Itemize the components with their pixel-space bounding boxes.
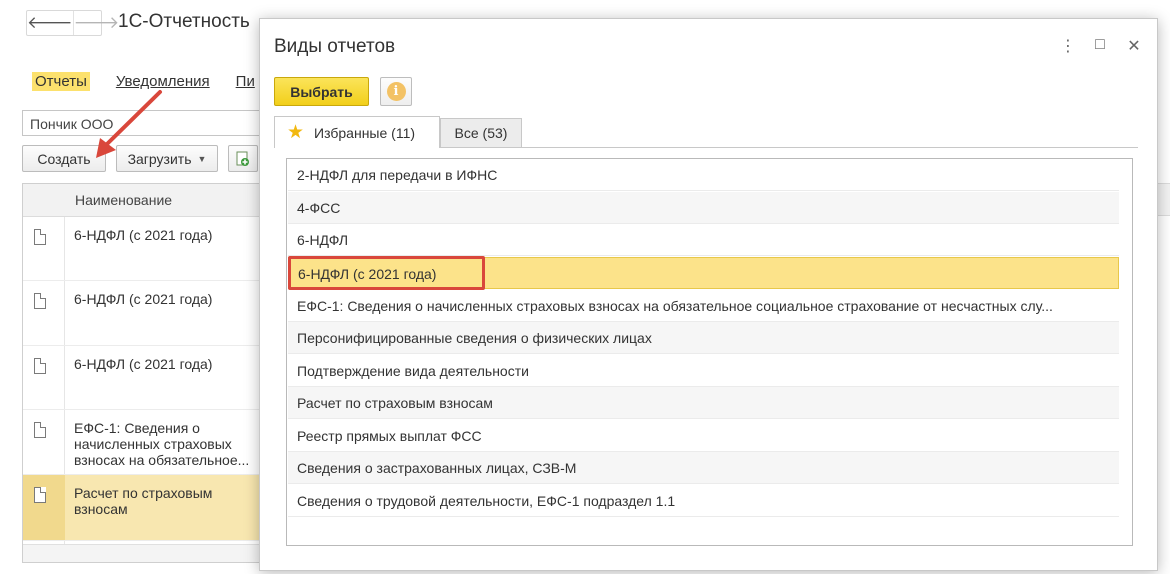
list-item[interactable]: 2-НДФЛ для передачи в ИФНС (288, 159, 1119, 191)
document-icon (34, 358, 46, 374)
tab-all-label: Все (53) (454, 125, 508, 141)
document-icon (34, 487, 46, 503)
row-name: 6-НДФЛ (с 2021 года) (74, 291, 213, 307)
list-item[interactable]: Персонифицированные сведения о физически… (288, 322, 1119, 354)
document-icon (34, 229, 46, 245)
table-row[interactable]: 6-НДФЛ (с 2021 года) (23, 281, 261, 346)
back-arrow-icon[interactable]: 🡐 (27, 11, 73, 35)
dialog-title: Виды отчетов (274, 36, 396, 57)
list-item[interactable]: ЕФС-1: Сведения о начисленных страховых … (288, 290, 1119, 322)
more-icon[interactable]: ⋮ (1060, 36, 1076, 56)
list-item[interactable]: Сведения о застрахованных лицах, СЗВ-М (288, 452, 1119, 484)
document-icon (34, 293, 46, 309)
list-item[interactable]: 4-ФСС (288, 192, 1119, 224)
select-button-label: Выбрать (290, 83, 353, 100)
tab-favorites-label: Избранные (11) (314, 124, 416, 141)
chevron-down-icon: ▼ (197, 153, 207, 164)
document-icon (34, 422, 46, 438)
section-tabs: Отчеты Уведомления Пи (32, 72, 255, 91)
reports-table: Наименование 6-НДФЛ (с 2021 года) 6-НДФЛ… (22, 183, 262, 563)
create-button-label: Создать (37, 150, 91, 167)
row-name: ЕФС-1: Сведения о начисленных страховых … (74, 420, 250, 468)
table-row-selected[interactable]: Расчет по страховым взносам (23, 475, 261, 541)
close-icon[interactable]: ✕ (1126, 36, 1142, 56)
tab-letters[interactable]: Пи (236, 72, 255, 91)
forward-arrow-icon[interactable]: 🡒 (72, 11, 119, 35)
star-icon: ★ (287, 122, 305, 143)
maximize-icon[interactable]: □ (1092, 36, 1108, 54)
table-header-edge (1156, 183, 1170, 216)
app-title: 1С-Отчетность (118, 11, 250, 32)
selection-highlight-frame (288, 256, 485, 290)
create-button[interactable]: Создать (22, 145, 106, 172)
add-doc-button[interactable] (228, 145, 258, 172)
nav-buttons: 🡐 🡒 (26, 10, 119, 36)
tab-notifications[interactable]: Уведомления (116, 72, 210, 91)
horizontal-scrollbar[interactable] (23, 544, 261, 562)
report-types-dialog: Виды отчетов ⋮ □ ✕ Выбрать i ★ Избранные… (259, 18, 1158, 571)
add-doc-icon (236, 151, 249, 166)
load-button[interactable]: Загрузить ▼ (116, 145, 218, 172)
tab-reports[interactable]: Отчеты (32, 72, 90, 91)
list-item[interactable]: Расчет по страховым взносам (288, 387, 1119, 419)
tab-all[interactable]: Все (53) (440, 118, 522, 148)
row-name: 6-НДФЛ (с 2021 года) (74, 227, 213, 243)
select-button[interactable]: Выбрать (274, 77, 369, 106)
table-row[interactable]: 6-НДФЛ (с 2021 года) (23, 217, 261, 281)
list-item[interactable]: Сведения о трудовой деятельности, ЕФС-1 … (288, 485, 1119, 517)
info-button[interactable]: i (380, 77, 412, 106)
list-item[interactable]: 6-НДФЛ (288, 224, 1119, 256)
load-button-label: Загрузить (127, 150, 192, 167)
row-name: Расчет по страховым взносам (74, 485, 213, 517)
tab-favorites[interactable]: ★ Избранные (11) (274, 116, 440, 148)
row-name: 6-НДФЛ (с 2021 года) (74, 356, 213, 372)
list-item[interactable]: Подтверждение вида деятельности (288, 355, 1119, 387)
table-row[interactable]: ЕФС-1: Сведения о начисленных страховых … (23, 410, 261, 475)
info-icon: i (386, 82, 406, 101)
selected-icon-cell (23, 475, 65, 540)
organization-field[interactable]: Пончик ООО (22, 110, 262, 136)
list-item[interactable]: Реестр прямых выплат ФСС (288, 420, 1119, 452)
report-types-list: 2-НДФЛ для передачи в ИФНС 4-ФСС 6-НДФЛ … (286, 158, 1133, 546)
table-row[interactable]: 6-НДФЛ (с 2021 года) (23, 346, 261, 410)
column-header-name[interactable]: Наименование (23, 184, 261, 217)
